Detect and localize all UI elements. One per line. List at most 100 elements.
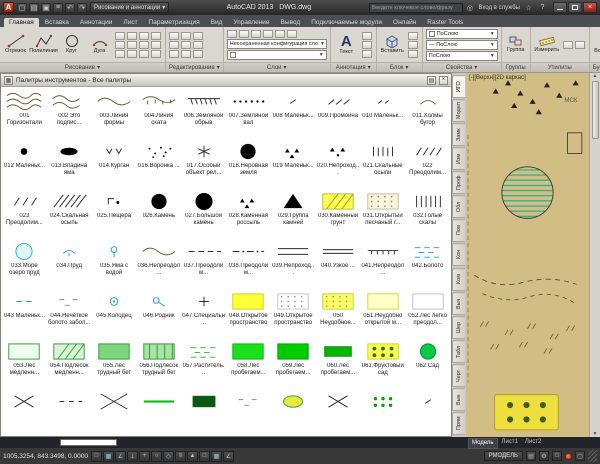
panel-label-modify[interactable]: Редактирование ▾ [166,62,223,72]
mini-tool-icon[interactable] [115,50,125,58]
palette-tab[interactable]: Изм [452,147,465,170]
ribbon-tab[interactable]: Параметризация [144,18,205,27]
palette-item[interactable]: 061.Фруктовый сад [360,337,405,387]
mini-tool-icon[interactable] [362,32,372,40]
panel-label-annotation[interactable]: Аннотация ▾ [331,62,376,72]
palette-tab[interactable]: Черт [452,364,465,387]
palette-item[interactable]: 052.Лес легко преодол... [405,287,450,337]
palette-item[interactable]: 035.Яма с водой [92,237,137,287]
plot-icon[interactable]: ≡ [53,3,63,13]
minimize-button[interactable] [553,2,567,13]
palette-item[interactable]: 060.Лес пробегаем... [316,337,361,387]
palette-item[interactable] [226,387,271,436]
palette-item[interactable]: 051.Неудобно открытой м... [360,287,405,337]
mini-tool-icon[interactable] [127,50,137,58]
close-button[interactable]: × [583,2,597,13]
mini-tool-icon[interactable] [563,41,573,49]
drafting-toggle-icon[interactable]: ∠ [223,451,234,462]
panel-label-draw[interactable]: Рисование ▾ [0,62,165,72]
command-line[interactable]: МодельЛист1Лист2 [0,437,600,448]
palette-item[interactable]: 002 Это подпис... [47,87,92,137]
palette-item[interactable]: 007.Земляной вал [226,87,271,137]
palette-item[interactable]: 018.Неровная земля [226,137,271,187]
color-combo[interactable]: ПоСлою ▼ [426,29,498,39]
mini-tool-icon[interactable] [169,50,179,58]
palette-tab[interactable]: Табл [452,340,465,363]
palette-tab[interactable]: Кон [452,243,465,266]
ribbon-tab[interactable]: Управление [228,18,274,27]
mini-tool-icon[interactable] [227,30,237,38]
palette-item[interactable]: 036.Непреодол... [136,237,181,287]
palette-item[interactable]: 058.Лес пробегаем... [226,337,271,387]
panel-label-block[interactable]: Блок ▾ [377,62,422,72]
mini-tool-icon[interactable] [193,32,203,40]
mini-tool-icon[interactable] [408,41,418,49]
palette-item[interactable]: 025.Пещера [92,187,137,237]
palette-item[interactable] [271,387,316,436]
palette-item[interactable]: 013.Впадина яма [47,137,92,187]
palette-item[interactable]: 049.Открытое пространство [271,287,316,337]
palette-titlebar[interactable]: ▦ Палитры инструментов - Все палитры ▤ × [1,74,451,87]
mini-tool-icon[interactable] [575,41,585,49]
model-space-button[interactable]: РМОДЕЛЬ [484,451,523,461]
mini-tool-icon[interactable] [181,50,191,58]
palette-item[interactable]: 023 Преодолим... [2,187,47,237]
palette-item[interactable]: 022 Преодолим... [405,137,450,187]
palette-tab[interactable]: Вын [452,388,465,411]
palette-tab[interactable]: Проф [452,171,465,194]
notification-red-icon[interactable] [565,453,572,460]
mini-tool-icon[interactable] [239,30,249,38]
mini-tool-icon[interactable] [139,50,149,58]
panel-label-layers[interactable]: Слои ▾ [224,62,330,72]
palette-item[interactable]: 003.Линия формы [92,87,137,137]
layer-combo[interactable]: ▼ [227,50,327,60]
insert-block-button[interactable]: Вставить [380,34,405,55]
palette-item[interactable]: 017.Особый объект рел... [181,137,226,187]
palette-item[interactable]: 054.Подлесок медленн... [47,337,92,387]
mini-tool-icon[interactable] [139,41,149,49]
palette-tab[interactable]: Модел [452,99,465,122]
drafting-toggle-icon[interactable]: □ [91,451,102,462]
palette-item[interactable]: 029.Группа камней [271,187,316,237]
mini-tool-icon[interactable] [169,41,179,49]
palette-item[interactable]: 062.Сад [405,337,450,387]
help-icon[interactable]: ? [537,2,548,13]
palette-item[interactable]: 053.Лес медленн... [2,337,47,387]
palette-item[interactable]: 031.Открытый песчаный г... [360,187,405,237]
palette-tab[interactable]: Пов [452,219,465,242]
mini-tool-icon[interactable] [181,41,191,49]
drafting-toggle-icon[interactable]: □ [199,451,210,462]
palette-item[interactable]: 032.Голые скалы [405,187,450,237]
ribbon-tab[interactable]: Лист [118,18,142,27]
panel-label-utilities[interactable]: Утилиты [531,62,589,72]
palette-item[interactable]: 011.Холмы бугор [405,87,450,137]
mini-tool-icon[interactable] [151,41,161,49]
mini-tool-icon[interactable] [287,30,297,38]
palette-item[interactable]: 044.Нечеткое болото забол... [47,287,92,337]
mini-tool-icon[interactable] [193,41,203,49]
undo-icon[interactable]: ↶ [65,3,75,13]
palette-item[interactable]: 043 Маленьк... [2,287,47,337]
mini-tool-icon[interactable] [193,50,203,58]
workspace-switcher[interactable]: Рисование и аннотации ▾ [90,2,169,13]
palette-item[interactable] [92,387,137,436]
palette-item[interactable]: 012 Маленьк... [2,137,47,187]
palette-item[interactable]: 010 Маленьк... [360,87,405,137]
canvas-scrollbar[interactable]: ▲ ▼ [589,73,600,437]
palette-item[interactable]: 041.Непреодол... [360,237,405,287]
palette-item[interactable]: 016.Воронка ... [136,137,181,187]
maximize-button[interactable] [568,2,582,13]
panel-label-properties[interactable]: Свойства ▾ [423,62,501,72]
mini-tool-icon[interactable] [275,30,285,38]
palette-item[interactable]: 040.Узкое ... [316,237,361,287]
palette-item[interactable] [47,387,92,436]
palette-item[interactable] [316,387,361,436]
palette-item[interactable]: 001 Горизонтали [2,87,47,137]
mini-tool-icon[interactable] [139,32,149,40]
palette-item[interactable]: 055.Лес трудный бег [92,337,137,387]
palette-item[interactable]: 050 Неудобное... [316,287,361,337]
mini-tool-icon[interactable] [362,50,372,58]
palette-tab[interactable]: ИГО [452,75,465,98]
ribbon-tab[interactable]: Вывод [276,18,306,27]
mini-tool-icon[interactable] [263,30,273,38]
